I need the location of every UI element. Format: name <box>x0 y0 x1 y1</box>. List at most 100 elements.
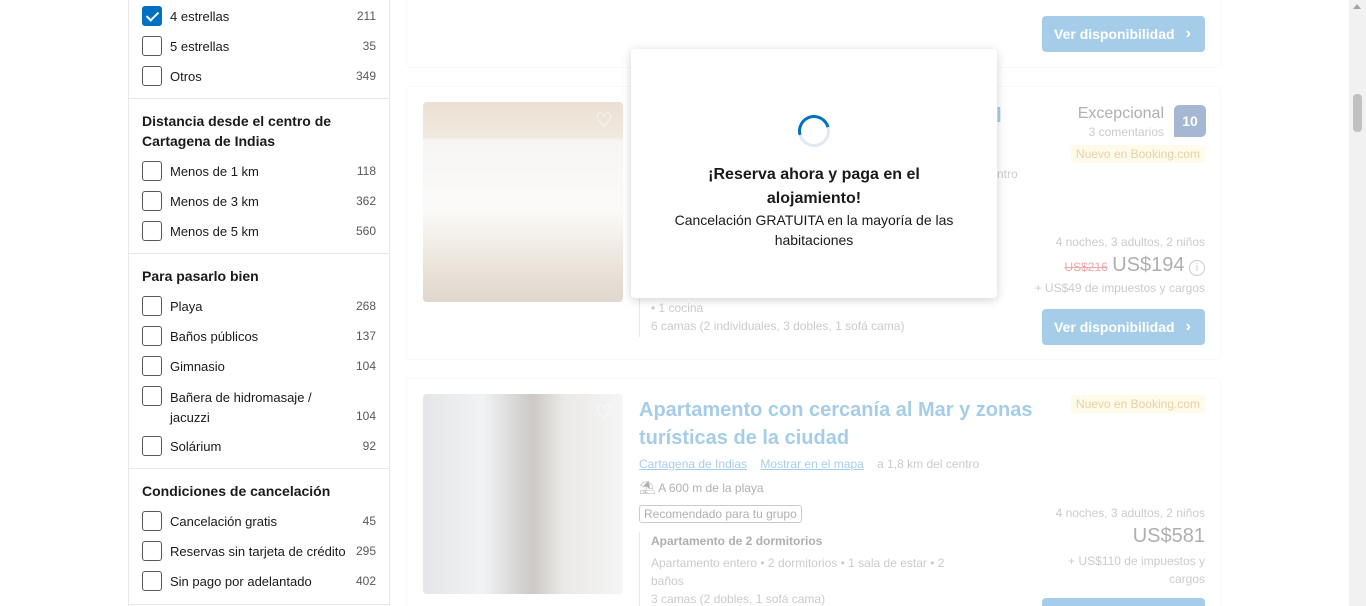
button-label: Ver disponibilidad <box>1054 26 1175 42</box>
availability-button[interactable] <box>1042 598 1205 606</box>
checkbox-checked[interactable] <box>142 6 162 26</box>
filter-distance-5km[interactable]: Menos de 5 km 560 <box>142 221 376 243</box>
filter-banos-publicos[interactable]: Baños públicos 137 <box>142 326 376 348</box>
stay-info: 4 noches, 3 adultos, 2 niños <box>1055 235 1205 249</box>
filter-count: 92 <box>362 439 376 453</box>
taxes-line: + US$110 de impuestos y <box>1068 554 1205 568</box>
filter-count: 560 <box>355 224 376 238</box>
loading-modal: ¡Reserva ahora y paga en el alojamiento!… <box>631 49 997 298</box>
checkbox[interactable] <box>142 36 162 56</box>
city-link[interactable]: Cartagena de Indias <box>639 457 747 471</box>
filter-label: Playa <box>170 299 203 314</box>
modal-subtitle: Cancelación GRATUITA en la mayoría de la… <box>674 212 954 248</box>
checkbox[interactable] <box>142 541 162 561</box>
room-line: Apartamento entero • 2 dormitorios • 1 s… <box>651 556 945 588</box>
scroll-thumb[interactable] <box>1353 94 1362 132</box>
checkbox[interactable] <box>142 356 162 376</box>
map-link[interactable]: Mostrar en el mapa <box>760 457 863 471</box>
filter-count: 362 <box>355 194 376 208</box>
room-line: 3 camas (2 dobles, 1 sofá cama) <box>651 592 826 606</box>
checkbox[interactable] <box>142 66 162 86</box>
stay-info: 4 noches, 3 adultos, 2 niños <box>1055 506 1205 520</box>
taxes-text: + US$110 de impuestos y cargos <box>1068 552 1205 588</box>
heart-icon[interactable]: ♡ <box>593 110 615 132</box>
button-label: Ver disponibilidad <box>1054 319 1175 335</box>
filter-label: Solárium <box>170 439 222 454</box>
title-line: turísticas de la ciudad <box>639 427 850 449</box>
checkbox[interactable] <box>142 511 162 531</box>
filter-label: Menos de 5 km <box>170 224 259 239</box>
filter-playa[interactable]: Playa 268 <box>142 296 376 318</box>
price: US$194 <box>1112 254 1185 276</box>
title-line: Apartamento con cercanía al Mar y zonas <box>639 399 1033 421</box>
review-count: 3 comentarios <box>1088 125 1164 139</box>
checkbox[interactable] <box>142 296 162 316</box>
checkbox[interactable] <box>142 191 162 211</box>
scrollbar[interactable] <box>1349 0 1366 606</box>
filter-solarium[interactable]: Solárium 92 <box>142 436 376 458</box>
filter-jacuzzi[interactable]: Bañera de hidromasaje / jacuzzi 104 <box>142 386 376 428</box>
room-info: • 1 cocina 6 camas (2 individuales, 3 do… <box>639 299 904 337</box>
filters-sidebar: 4 estrellas 211 5 estrellas 35 Otros 349… <box>128 0 390 606</box>
filter-label: Cancelación gratis <box>170 514 277 529</box>
property-photo[interactable]: ♡ <box>423 394 623 594</box>
filter-4-stars[interactable]: 4 estrellas 211 <box>142 6 376 28</box>
checkbox[interactable] <box>142 386 162 406</box>
filter-label: 5 estrellas <box>170 39 230 54</box>
old-price: US$216 <box>1064 260 1108 274</box>
heart-icon[interactable]: ♡ <box>593 402 615 424</box>
beach-text: A 600 m de la playa <box>658 481 764 495</box>
filter-label: Baños públicos <box>170 329 259 344</box>
filter-count: 104 <box>355 359 376 373</box>
taxes-line: cargos <box>1168 572 1205 586</box>
price: US$581 <box>1132 525 1205 547</box>
beach-row: ⛱ A 600 m de la playa <box>639 480 764 496</box>
info-icon[interactable]: i <box>1189 260 1205 276</box>
filter-label: Menos de 3 km <box>170 194 259 209</box>
search-results-page: 4 estrellas 211 5 estrellas 35 Otros 349… <box>0 0 1366 606</box>
room-info: Apartamento de 2 dormitorios Apartamento… <box>639 532 979 606</box>
beach-icon: ⛱ <box>639 480 656 495</box>
filter-count: 35 <box>362 39 376 53</box>
recommended-tag: Recomendado para tu grupo <box>639 505 802 523</box>
checkbox[interactable] <box>142 326 162 346</box>
filter-count: 268 <box>355 299 376 313</box>
filter-sin-pago[interactable]: Sin pago por adelantado 402 <box>142 571 376 593</box>
price-block: US$216 US$194 i <box>1064 254 1205 277</box>
checkbox[interactable] <box>142 161 162 181</box>
filter-count: 118 <box>356 164 376 178</box>
checkbox[interactable] <box>142 571 162 591</box>
filter-gimnasio[interactable]: Gimnasio 104 <box>142 356 376 378</box>
filter-label: Otros <box>170 69 202 84</box>
property-title[interactable]: Apartamento con cercanía al Mar y zonas … <box>639 396 1039 452</box>
scroll-up-arrow-icon[interactable] <box>1353 4 1361 9</box>
filter-count: 402 <box>355 574 376 588</box>
filter-distance-3km[interactable]: Menos de 3 km 362 <box>142 191 376 213</box>
availability-button[interactable]: Ver disponibilidad › <box>1042 309 1205 345</box>
filter-cancelacion-gratis[interactable]: Cancelación gratis 45 <box>142 511 376 533</box>
chevron-right-icon: › <box>1185 318 1191 335</box>
filter-distance-1km[interactable]: Menos de 1 km 118 <box>142 161 376 183</box>
checkbox[interactable] <box>142 221 162 241</box>
availability-button[interactable]: Ver disponibilidad › <box>1042 16 1205 52</box>
review-score: 10 <box>1174 105 1206 137</box>
property-card: ♡ Apartamento con cercanía al Mar y zona… <box>406 378 1221 606</box>
room-line: 6 camas (2 individuales, 3 dobles, 1 sof… <box>651 319 905 333</box>
filter-label: Menos de 1 km <box>170 164 259 179</box>
filter-5-stars[interactable]: 5 estrellas 35 <box>142 36 376 58</box>
filter-label: Reservas sin tarjeta de crédito <box>170 544 346 559</box>
filter-label: Bañera de hidromasaje / jacuzzi <box>170 390 312 425</box>
chevron-right-icon: › <box>1185 25 1191 42</box>
filter-group-title: Condiciones de cancelación <box>142 483 331 499</box>
new-badge: Nuevo en Booking.com <box>1070 145 1205 163</box>
room-line: • 1 cocina <box>651 301 704 315</box>
taxes-text: + US$49 de impuestos y cargos <box>1034 281 1205 295</box>
filter-otros[interactable]: Otros 349 <box>142 66 376 88</box>
filter-sin-tarjeta[interactable]: Reservas sin tarjeta de crédito 295 <box>142 541 376 563</box>
property-photo[interactable]: ♡ <box>423 102 623 302</box>
checkbox[interactable] <box>142 436 162 456</box>
filter-label: 4 estrellas <box>170 9 230 24</box>
filter-count: 45 <box>362 514 376 528</box>
filter-count: 137 <box>355 329 376 343</box>
filter-count: 104 <box>355 409 376 423</box>
